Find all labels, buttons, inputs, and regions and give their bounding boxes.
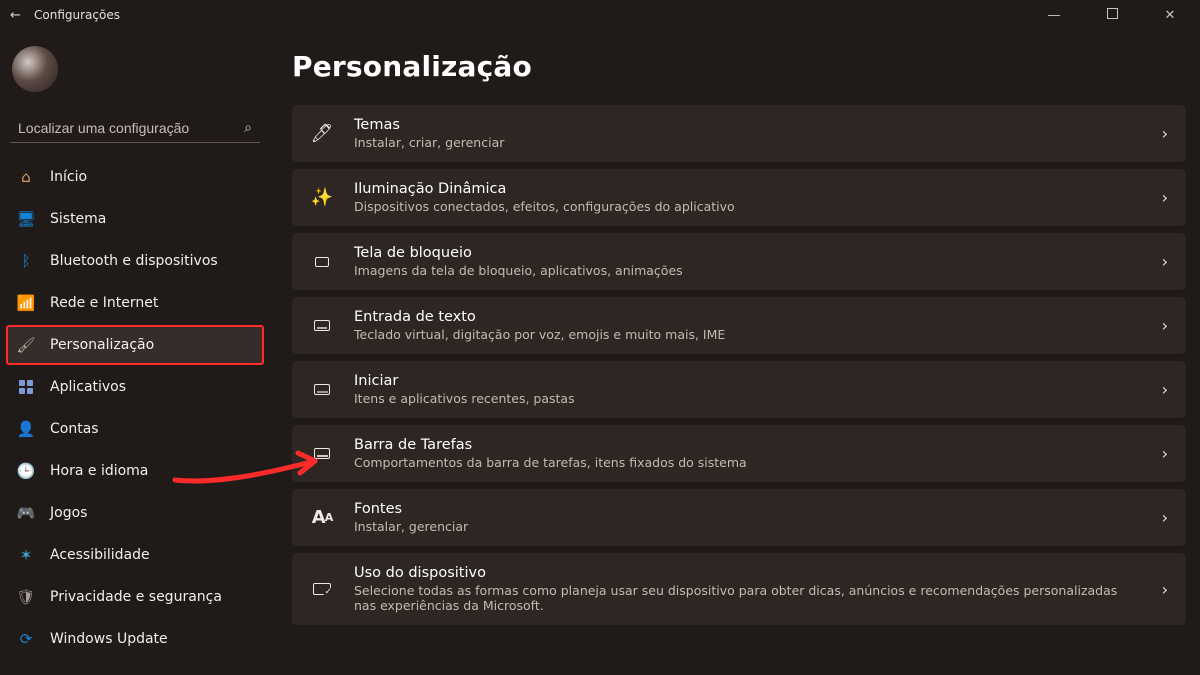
system-icon: 🖥 [16, 209, 36, 229]
card-desc: Teclado virtual, digitação por voz, emoj… [354, 327, 1142, 342]
sidebar-item-sistema[interactable]: 🖥 Sistema [6, 199, 264, 239]
maximize-button[interactable] [1092, 8, 1132, 23]
window-title: Configurações [34, 8, 120, 22]
search-icon: ⌕ [244, 120, 252, 136]
bluetooth-icon: ᛒ [16, 251, 36, 271]
sidebar-item-aplicativos[interactable]: Aplicativos [6, 367, 264, 407]
card-desc: Comportamentos da barra de tarefas, iten… [354, 455, 1142, 470]
clock-icon: 🕒 [16, 461, 36, 481]
sparkle-icon: ✨ [310, 186, 334, 210]
settings-list: 🖊 Temas Instalar, criar, gerenciar › ✨ I… [292, 105, 1186, 625]
sidebar-item-label: Contas [50, 421, 99, 437]
sidebar-item-label: Personalização [50, 337, 154, 353]
back-button[interactable]: ← [10, 8, 28, 23]
sidebar-item-jogos[interactable]: 🎮 Jogos [6, 493, 264, 533]
keyboard-icon [310, 314, 334, 338]
search-input[interactable] [18, 120, 236, 136]
taskbar-icon [310, 442, 334, 466]
start-icon [310, 378, 334, 402]
sidebar-item-label: Bluetooth e dispositivos [50, 253, 218, 269]
sidebar-nav: ⌂ Início 🖥 Sistema ᛒ Bluetooth e disposi… [6, 157, 264, 659]
sidebar-item-privacidade[interactable]: 🛡 Privacidade e segurança [6, 577, 264, 617]
chevron-right-icon: › [1162, 252, 1168, 271]
card-desc: Itens e aplicativos recentes, pastas [354, 391, 1142, 406]
wifi-icon: 📶 [16, 293, 36, 313]
card-tela-bloqueio[interactable]: Tela de bloqueio Imagens da tela de bloq… [292, 233, 1186, 290]
sidebar-item-update[interactable]: ⟳ Windows Update [6, 619, 264, 659]
chevron-right-icon: › [1162, 580, 1168, 599]
card-desc: Selecione todas as formas como planeja u… [354, 583, 1142, 613]
sidebar-item-label: Jogos [50, 505, 87, 521]
sidebar-item-bluetooth[interactable]: ᛒ Bluetooth e dispositivos [6, 241, 264, 281]
card-title: Tela de bloqueio [354, 245, 1142, 261]
chevron-right-icon: › [1162, 380, 1168, 399]
sidebar-item-label: Sistema [50, 211, 106, 227]
chevron-right-icon: › [1162, 188, 1168, 207]
card-title: Entrada de texto [354, 309, 1142, 325]
paintbrush-icon: 🖌 [16, 335, 36, 355]
sidebar-item-acessibilidade[interactable]: ✶ Acessibilidade [6, 535, 264, 575]
card-desc: Instalar, gerenciar [354, 519, 1142, 534]
update-icon: ⟳ [16, 629, 36, 649]
window-controls: — ✕ [1034, 8, 1190, 23]
sidebar-item-label: Hora e idioma [50, 463, 148, 479]
accessibility-icon: ✶ [16, 545, 36, 565]
sidebar-item-label: Aplicativos [50, 379, 126, 395]
card-temas[interactable]: 🖊 Temas Instalar, criar, gerenciar › [292, 105, 1186, 162]
card-title: Iluminação Dinâmica [354, 181, 1142, 197]
page-title: Personalização [292, 50, 1186, 83]
card-desc: Imagens da tela de bloqueio, aplicativos… [354, 263, 1142, 278]
titlebar: ← Configurações — ✕ [0, 0, 1200, 30]
home-icon: ⌂ [16, 167, 36, 187]
sidebar-item-hora[interactable]: 🕒 Hora e idioma [6, 451, 264, 491]
fonts-icon: AA [310, 506, 334, 530]
sidebar-item-label: Rede e Internet [50, 295, 158, 311]
minimize-button[interactable]: — [1034, 8, 1074, 23]
sidebar: ⌕ ⌂ Início 🖥 Sistema ᛒ Bluetooth e dispo… [0, 30, 270, 675]
card-iniciar[interactable]: Iniciar Itens e aplicativos recentes, pa… [292, 361, 1186, 418]
lockscreen-icon [310, 250, 334, 274]
sidebar-item-label: Privacidade e segurança [50, 589, 222, 605]
sidebar-item-contas[interactable]: 👤 Contas [6, 409, 264, 449]
sidebar-item-label: Acessibilidade [50, 547, 150, 563]
apps-icon [16, 377, 36, 397]
device-usage-icon [310, 577, 334, 601]
profile-name [68, 51, 258, 87]
card-desc: Dispositivos conectados, efeitos, config… [354, 199, 1142, 214]
card-title: Iniciar [354, 373, 1142, 389]
sidebar-item-inicio[interactable]: ⌂ Início [6, 157, 264, 197]
shield-icon: 🛡 [16, 587, 36, 607]
sidebar-item-label: Início [50, 169, 87, 185]
card-title: Fontes [354, 501, 1142, 517]
card-title: Uso do dispositivo [354, 565, 1142, 581]
card-desc: Instalar, criar, gerenciar [354, 135, 1142, 150]
card-fontes[interactable]: AA Fontes Instalar, gerenciar › [292, 489, 1186, 546]
user-icon: 👤 [16, 419, 36, 439]
close-button[interactable]: ✕ [1150, 8, 1190, 23]
chevron-right-icon: › [1162, 508, 1168, 527]
card-uso-dispositivo[interactable]: Uso do dispositivo Selecione todas as fo… [292, 553, 1186, 625]
sidebar-item-personalizacao[interactable]: 🖌 Personalização [6, 325, 264, 365]
gamepad-icon: 🎮 [16, 503, 36, 523]
sidebar-item-label: Windows Update [50, 631, 168, 647]
main-content: Personalização 🖊 Temas Instalar, criar, … [270, 30, 1200, 675]
card-barra-tarefas[interactable]: Barra de Tarefas Comportamentos da barra… [292, 425, 1186, 482]
card-title: Temas [354, 117, 1142, 133]
search-input-wrap[interactable]: ⌕ [10, 114, 260, 143]
pen-icon: 🖊 [310, 122, 334, 146]
avatar [12, 46, 58, 92]
sidebar-item-rede[interactable]: 📶 Rede e Internet [6, 283, 264, 323]
card-title: Barra de Tarefas [354, 437, 1142, 453]
card-iluminacao[interactable]: ✨ Iluminação Dinâmica Dispositivos conec… [292, 169, 1186, 226]
profile-block[interactable] [6, 38, 264, 110]
chevron-right-icon: › [1162, 316, 1168, 335]
chevron-right-icon: › [1162, 124, 1168, 143]
card-entrada-texto[interactable]: Entrada de texto Teclado virtual, digita… [292, 297, 1186, 354]
chevron-right-icon: › [1162, 444, 1168, 463]
